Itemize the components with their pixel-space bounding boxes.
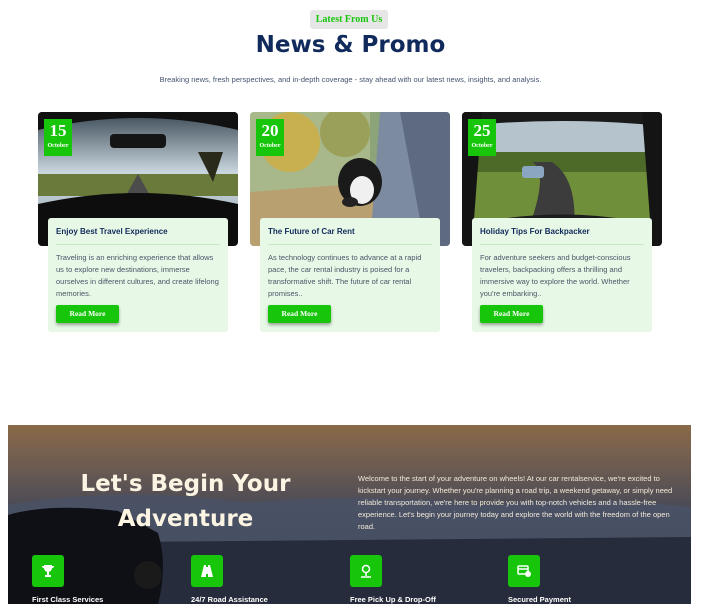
- feature-road-assistance: 24/7 Road Assistance: [191, 555, 331, 604]
- read-more-button[interactable]: Read More: [268, 305, 331, 323]
- date-month: October: [47, 143, 69, 149]
- read-more-button[interactable]: Read More: [480, 305, 543, 323]
- card-title[interactable]: Enjoy Best Travel Experience: [56, 227, 220, 236]
- road-icon: [191, 555, 223, 587]
- hero-title: Let's Begin Your Adventure: [68, 467, 303, 537]
- date-badge: 25 October: [468, 119, 496, 156]
- news-card: 25 October Holiday Tips For Backpacker F…: [462, 112, 662, 334]
- card-divider: [480, 244, 644, 245]
- date-badge: 20 October: [256, 119, 284, 156]
- adventure-banner: Let's Begin Your Adventure Welcome to th…: [8, 425, 691, 604]
- hero-title-line: Adventure: [117, 506, 254, 532]
- feature-secured-payment: Secured Payment: [508, 555, 648, 604]
- card-excerpt: Traveling is an enriching experience tha…: [56, 253, 219, 298]
- news-card: 15 October Enjoy Best Travel Experience …: [38, 112, 238, 334]
- card-divider: [56, 244, 220, 245]
- news-card: 20 October The Future of Car Rent As tec…: [250, 112, 450, 334]
- section-title: News & Promo: [255, 32, 446, 58]
- feature-first-class: First Class Services: [32, 555, 172, 604]
- feature-label: First Class Services: [32, 595, 104, 604]
- feature-pickup-dropoff: Free Pick Up & Drop-Off: [350, 555, 490, 604]
- card-divider: [268, 244, 432, 245]
- card-title[interactable]: Holiday Tips For Backpacker: [480, 227, 644, 236]
- date-badge: 15 October: [44, 119, 72, 156]
- read-more-button[interactable]: Read More: [56, 305, 119, 323]
- hero-description: Welcome to the start of your adventure o…: [358, 474, 673, 531]
- date-month: October: [259, 143, 281, 149]
- date-day: 20: [261, 121, 279, 140]
- card-body: Holiday Tips For Backpacker For adventur…: [472, 218, 652, 332]
- card-body: Enjoy Best Travel Experience Traveling i…: [48, 218, 228, 332]
- news-promo-page: Latest From Us News & Promo Breaking new…: [0, 0, 701, 604]
- map-pin-icon: [350, 555, 382, 587]
- date-day: 15: [49, 121, 67, 140]
- card-body: The Future of Car Rent As technology con…: [260, 218, 440, 332]
- hero-title-line: Let's Begin Your: [80, 471, 291, 497]
- secure-card-icon: [508, 555, 540, 587]
- feature-label: Secured Payment: [508, 595, 571, 604]
- feature-label: Free Pick Up & Drop-Off: [350, 595, 436, 604]
- card-excerpt: As technology continues to advance at a …: [268, 253, 422, 298]
- feature-label: 24/7 Road Assistance: [191, 595, 268, 604]
- section-subtitle: Breaking news, fresh perspectives, and i…: [159, 75, 542, 84]
- card-title[interactable]: The Future of Car Rent: [268, 227, 432, 236]
- date-day: 25: [473, 121, 491, 140]
- trophy-icon: [32, 555, 64, 587]
- card-excerpt: For adventure seekers and budget-conscio…: [480, 253, 631, 298]
- date-month: October: [471, 143, 493, 149]
- section-eyebrow: Latest From Us: [310, 10, 388, 29]
